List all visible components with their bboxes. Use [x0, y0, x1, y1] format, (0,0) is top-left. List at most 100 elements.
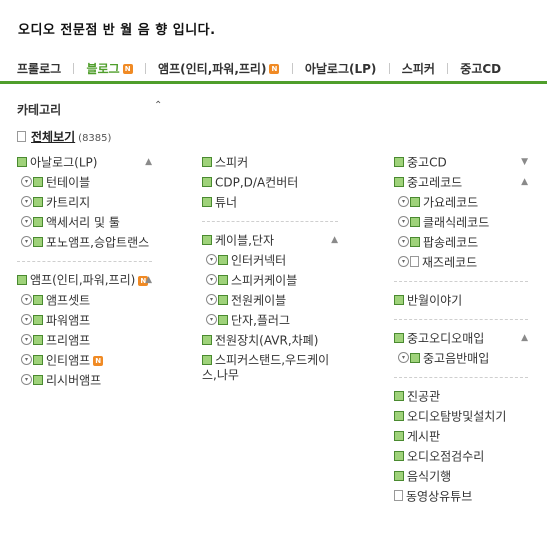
- view-all[interactable]: 전체보기 (8385): [17, 128, 111, 145]
- category-pop-record[interactable]: ▾ 팝송레코드: [394, 232, 528, 252]
- menu-underline: [0, 81, 547, 84]
- collapse-triangle-icon[interactable]: ▲: [331, 230, 338, 250]
- folder-icon: [33, 196, 43, 207]
- folder-icon: [33, 294, 43, 305]
- folder-icon: [33, 354, 43, 365]
- subfolder-icon: ▾: [21, 354, 32, 365]
- folder-icon: [218, 314, 228, 325]
- document-icon: [394, 490, 403, 501]
- subfolder-icon: ▾: [398, 236, 409, 247]
- collapse-triangle-icon[interactable]: ▲: [145, 273, 152, 288]
- category-speaker-cable[interactable]: ▾ 스피커케이블: [202, 270, 338, 290]
- folder-icon: [394, 176, 404, 187]
- subfolder-icon: ▾: [21, 176, 32, 187]
- menu-divider: [73, 63, 75, 74]
- folder-icon: [394, 430, 404, 441]
- view-all-label[interactable]: 전체보기: [31, 130, 75, 144]
- collapse-triangle-icon[interactable]: ▲: [145, 152, 152, 172]
- subfolder-icon: ▾: [206, 314, 217, 325]
- category-audio-buy[interactable]: 중고오디오매입 ▲: [394, 328, 528, 348]
- folder-icon: [218, 254, 228, 265]
- category-power-cable[interactable]: ▾ 전원케이블: [202, 290, 338, 310]
- menu-divider: [291, 63, 293, 74]
- tab-usedcd[interactable]: 중고CD: [460, 60, 501, 77]
- category-analog[interactable]: 아날로그(LP) ▲: [17, 152, 152, 172]
- tab-amp[interactable]: 앰프(인티,파워,프리): [158, 60, 266, 77]
- category-column-3: 중고CD ▼ 중고레코드 ▲ ▾ 가요레코드 ▾ 클래식레코드 ▾ 팝송레코드 ▾ 재즈…: [394, 152, 528, 506]
- category-accessory[interactable]: ▾ 액세서리 및 툴: [17, 212, 152, 232]
- expand-triangle-icon[interactable]: ▼: [521, 152, 528, 172]
- category-classic-record[interactable]: ▾ 클래식레코드: [394, 212, 528, 232]
- category-cdp[interactable]: CDP,D/A컨버터: [202, 172, 338, 192]
- menu-divider: [388, 63, 390, 74]
- intro-text: 오디오 전문점 반 월 음 향 입니다.: [18, 23, 216, 38]
- category-kpop-record[interactable]: ▾ 가요레코드: [394, 192, 528, 212]
- divider: [394, 319, 528, 320]
- tab-blog[interactable]: 블로그: [87, 60, 120, 77]
- category-tuner[interactable]: 튜너: [202, 192, 338, 212]
- category-video[interactable]: 동영상유튜브: [394, 486, 528, 506]
- category-receiver-amp[interactable]: ▾ 리시버앰프: [17, 370, 152, 390]
- subfolder-icon: ▾: [398, 256, 409, 267]
- folder-icon: [17, 274, 27, 285]
- category-collapse-icon[interactable]: ⌃: [154, 100, 162, 111]
- category-cartridge[interactable]: ▾ 카트리지: [17, 192, 152, 212]
- folder-icon: [33, 236, 43, 247]
- subfolder-icon: ▾: [21, 196, 32, 207]
- folder-icon: [410, 236, 420, 247]
- tab-prologue[interactable]: 프롤로그: [17, 60, 61, 77]
- category-vacuum-tube[interactable]: 진공관: [394, 386, 528, 406]
- category-interconnect[interactable]: ▾ 인터커넥터: [202, 250, 338, 270]
- category-speaker[interactable]: 스피커: [202, 152, 338, 172]
- category-plug[interactable]: ▾ 단자,플러그: [202, 310, 338, 330]
- category-speaker-stand[interactable]: 스피커스탠드,우드케이스,나무: [202, 350, 338, 385]
- category-record-buy[interactable]: ▾ 중고음반매입: [394, 348, 528, 368]
- category-power-amp[interactable]: ▾ 파워앰프: [17, 310, 152, 330]
- subfolder-icon: ▾: [206, 274, 217, 285]
- folder-icon: [410, 196, 420, 207]
- category-audio-visit[interactable]: 오디오탐방및설치기: [394, 406, 528, 426]
- folder-icon: [394, 294, 404, 305]
- subfolder-icon: ▾: [398, 216, 409, 227]
- category-power-device[interactable]: 전원장치(AVR,차폐): [202, 330, 338, 350]
- new-badge: N: [93, 355, 104, 366]
- subfolder-icon: ▾: [398, 352, 409, 363]
- category-used-cd[interactable]: 중고CD ▼: [394, 152, 528, 172]
- divider: [17, 261, 152, 262]
- subfolder-icon: ▾: [21, 374, 32, 385]
- menu-divider: [447, 63, 449, 74]
- folder-icon: [33, 374, 43, 385]
- folder-icon: [394, 450, 404, 461]
- folder-icon: [33, 216, 43, 227]
- collapse-triangle-icon[interactable]: ▲: [521, 328, 528, 348]
- tab-speaker[interactable]: 스피커: [402, 60, 435, 77]
- tab-analog[interactable]: 아날로그(LP): [305, 60, 377, 77]
- category-board[interactable]: 게시판: [394, 426, 528, 446]
- divider: [202, 221, 338, 222]
- collapse-triangle-icon[interactable]: ▲: [521, 172, 528, 192]
- category-jazz-record[interactable]: ▾ 재즈레코드: [394, 252, 528, 272]
- category-used-record[interactable]: 중고레코드 ▲: [394, 172, 528, 192]
- folder-icon: [394, 410, 404, 421]
- category-cable[interactable]: 케이블,단자 ▲: [202, 230, 338, 250]
- subfolder-icon: ▾: [21, 236, 32, 247]
- category-title: 카테고리: [17, 103, 62, 117]
- top-menu: 프롤로그 블로그 N 앰프(인티,파워,프리) N 아날로그(LP) 스피커 중고C…: [17, 60, 501, 77]
- folder-icon: [218, 274, 228, 285]
- category-phono[interactable]: ▾ 포노앰프,승압트랜스: [17, 232, 152, 252]
- category-repair[interactable]: 오디오점검수리: [394, 446, 528, 466]
- folder-icon: [394, 156, 404, 167]
- folder-icon: [394, 390, 404, 401]
- category-amp[interactable]: 앰프(인티,파워,프리) N ▲: [17, 270, 152, 290]
- category-turntable[interactable]: ▾ 턴테이블: [17, 172, 152, 192]
- category-integrated-amp[interactable]: ▾ 인티앰프 N: [17, 350, 152, 370]
- subfolder-icon: ▾: [206, 254, 217, 265]
- category-column-2: 스피커 CDP,D/A컨버터 튜너 케이블,단자 ▲ ▾ 인터커넥터 ▾ 스피커케이…: [202, 152, 338, 385]
- category-pre-amp[interactable]: ▾ 프리앰프: [17, 330, 152, 350]
- category-story[interactable]: 반월이야기: [394, 290, 528, 310]
- post-count: (8385): [78, 133, 112, 144]
- category-amp-set[interactable]: ▾ 앰프셋트: [17, 290, 152, 310]
- folder-icon: [218, 294, 228, 305]
- category-food-trip[interactable]: 음식기행: [394, 466, 528, 486]
- subfolder-icon: ▾: [21, 314, 32, 325]
